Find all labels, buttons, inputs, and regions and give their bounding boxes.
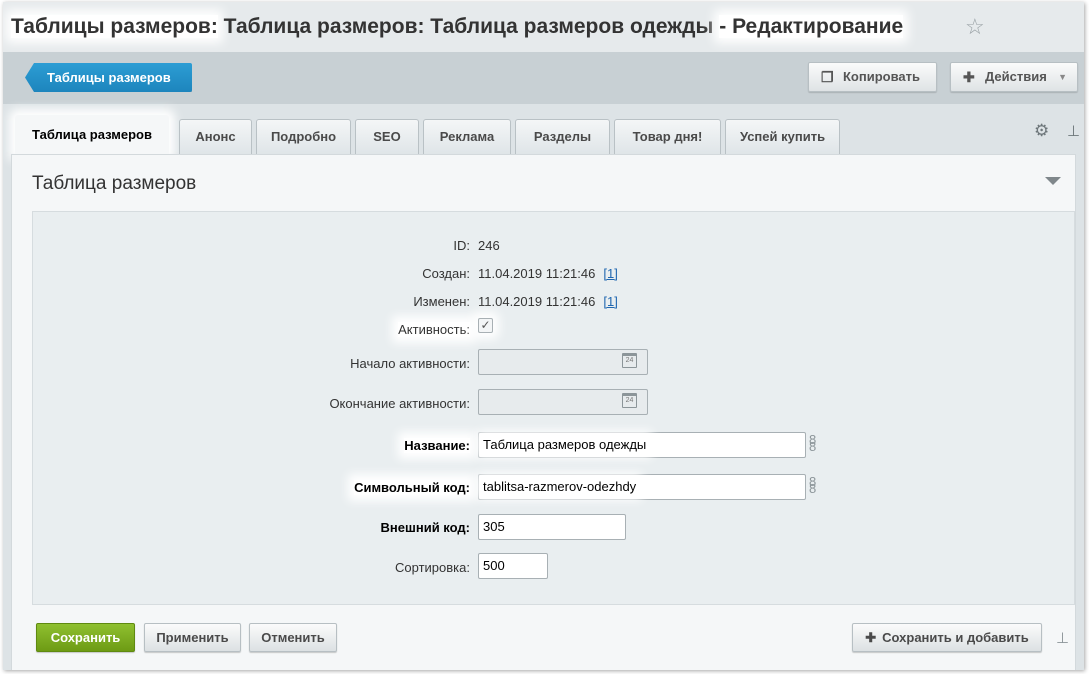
tab-announce[interactable]: Анонс	[179, 119, 252, 154]
pin-icon[interactable]: ⊥	[1056, 629, 1069, 647]
code-input[interactable]: tablitsa-razmerov-odezhdy	[478, 474, 806, 500]
tab-sections[interactable]: Разделы	[515, 119, 610, 154]
copy-button[interactable]: ❐ Копировать	[808, 62, 937, 92]
save-button[interactable]: Сохранить	[36, 623, 135, 652]
star-icon[interactable]: ☆	[965, 14, 985, 40]
tab-deal-of-day[interactable]: Товар дня!	[614, 119, 721, 154]
created-value-row: 11.04.2019 11:21:46 [1]	[478, 266, 618, 281]
tab-hurry-buy[interactable]: Успей купить	[725, 119, 840, 154]
tab-size-table[interactable]: Таблица размеров	[15, 115, 169, 154]
created-value: 11.04.2019 11:21:46	[478, 266, 596, 281]
active-to-label: Окончание активности:	[329, 396, 470, 411]
gear-icon[interactable]: ⚙	[1034, 121, 1049, 141]
code-input-value: tablitsa-razmerov-odezhdy	[483, 479, 637, 494]
actions-button-label: Действия	[985, 69, 1047, 84]
back-to-list-button[interactable]: Таблицы размеров	[25, 63, 192, 92]
sort-label: Сортировка:	[395, 560, 470, 575]
tab-seo[interactable]: SEO	[355, 119, 419, 154]
pin-icon[interactable]: ⊥	[1067, 122, 1080, 140]
title-bar: Таблицы размеров: Таблица размеров: Табл…	[3, 2, 1084, 52]
created-by-link[interactable]: [1]	[603, 266, 617, 281]
title-part-module: Таблицы размеров:	[11, 15, 218, 38]
chain-link-icon[interactable]: 88	[809, 475, 819, 495]
form-buttons: Сохранить Применить Отменить ✚ Сохранить …	[12, 613, 1075, 670]
calendar-icon: 24	[622, 353, 637, 368]
title-part-element: Таблица размеров: Таблица размеров одежд…	[223, 15, 714, 38]
created-label: Создан:	[422, 266, 470, 281]
active-to-calendar[interactable]: 24	[622, 393, 637, 408]
form-area: ID: 246 Создан: 11.04.2019 11:21:46 [1] И…	[32, 211, 1075, 605]
window: Таблицы размеров: Таблица размеров: Табл…	[3, 2, 1084, 670]
modified-value: 11.04.2019 11:21:46	[478, 294, 596, 309]
chevron-down-icon: ▼	[1058, 72, 1067, 82]
modified-label: Изменен:	[413, 294, 470, 309]
edit-panel: Таблица размеров ID: 246 Создан: 11.04.2…	[11, 154, 1076, 670]
active-from-label: Начало активности:	[350, 356, 470, 371]
id-value: 246	[478, 238, 500, 253]
checkmark-icon: ✓	[480, 318, 491, 332]
save-and-add-button[interactable]: ✚ Сохранить и добавить	[852, 623, 1042, 652]
tab-bar: Таблица размеров Анонс Подробно SEO Рекл…	[3, 104, 1084, 154]
page-title: Таблицы размеров: Таблица размеров: Табл…	[11, 13, 904, 41]
active-checkbox[interactable]: ✓	[478, 318, 493, 333]
apply-button[interactable]: Применить	[144, 623, 241, 652]
modified-by-link[interactable]: [1]	[603, 294, 617, 309]
plus-icon: ✚	[865, 630, 877, 645]
name-label: Название:	[404, 438, 470, 453]
collapse-icon[interactable]	[1045, 177, 1061, 185]
tab-details[interactable]: Подробно	[256, 119, 351, 154]
toolbar: Таблицы размеров ❐ Копировать ✚ Действия…	[3, 52, 1084, 104]
tab-advertising[interactable]: Реклама	[423, 119, 511, 154]
sort-input[interactable]: 500	[478, 553, 548, 579]
actions-button[interactable]: ✚ Действия ▼	[950, 62, 1078, 92]
code-label: Символьный код:	[354, 480, 470, 495]
cancel-button[interactable]: Отменить	[249, 623, 337, 652]
xml-id-label: Внешний код:	[380, 520, 470, 535]
id-label: ID:	[453, 238, 470, 253]
plus-icon: ✚	[963, 69, 975, 85]
section-title: Таблица размеров	[32, 173, 197, 194]
copy-icon: ❐	[821, 69, 834, 85]
name-input-value: Таблица размеров одежды	[483, 437, 647, 452]
save-and-add-label: Сохранить и добавить	[882, 630, 1029, 645]
name-input[interactable]: Таблица размеров одежды	[478, 432, 806, 458]
active-from-calendar[interactable]: 24	[622, 353, 637, 368]
chain-link-icon[interactable]: 88	[809, 433, 819, 453]
modified-value-row: 11.04.2019 11:21:46 [1]	[478, 294, 618, 309]
calendar-icon: 24	[622, 393, 637, 408]
active-label: Активность:	[398, 322, 470, 337]
copy-button-label: Копировать	[843, 69, 921, 84]
title-part-mode: - Редактирование	[719, 15, 904, 38]
xml-id-input[interactable]: 305	[478, 514, 626, 540]
